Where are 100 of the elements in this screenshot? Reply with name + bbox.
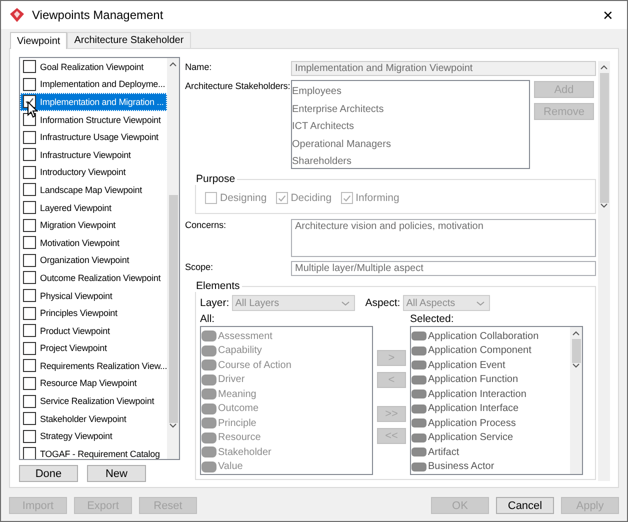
checkbox[interactable] <box>23 148 36 162</box>
viewpoint-item[interactable]: Organization Viewpoint <box>20 252 167 270</box>
viewpoint-item[interactable]: Requirements Realization View... <box>20 357 167 375</box>
list-entry[interactable]: ICT Architects <box>292 118 529 136</box>
mouse-cursor-icon <box>27 101 38 118</box>
viewpoint-item[interactable]: Strategy Viewpoint <box>20 427 167 446</box>
caret-icon <box>341 300 350 306</box>
field-label: Name: <box>185 61 213 74</box>
list-entry[interactable]: Enterprise Architects <box>292 100 529 118</box>
group-title: Purpose <box>194 173 238 185</box>
scope-field[interactable]: Multiple layer/Multiple aspect <box>291 261 596 276</box>
caret-icon <box>476 300 486 306</box>
field-label: Layer: <box>200 297 230 309</box>
element-item[interactable]: Application Collaboration <box>411 329 570 344</box>
viewpoint-item[interactable]: Infrastructure Viewpoint <box>20 146 167 164</box>
checkbox[interactable] <box>23 236 36 250</box>
checkbox[interactable] <box>23 430 36 443</box>
field-label: Architecture Stakeholders: <box>185 80 291 93</box>
scroll-thumb[interactable] <box>600 73 608 203</box>
checkbox[interactable] <box>23 130 36 144</box>
viewpoint-item[interactable]: Migration Viewpoint <box>20 216 167 234</box>
viewpoint-item[interactable]: Principles Viewpoint <box>20 304 167 322</box>
scroll-thumb[interactable] <box>168 195 178 423</box>
element-icon <box>201 417 217 430</box>
element-item[interactable]: Application Function <box>411 372 570 387</box>
tab[interactable]: Architecture Stakeholder <box>67 32 191 48</box>
check-icon <box>342 193 352 204</box>
checkbox[interactable] <box>23 394 36 408</box>
scrollbar[interactable] <box>598 61 610 481</box>
app-logo-icon <box>9 7 25 23</box>
viewpoint-item[interactable]: Layered Viewpoint <box>20 198 167 216</box>
scrollbar[interactable] <box>167 58 179 459</box>
checkbox[interactable] <box>23 218 36 232</box>
viewpoint-item[interactable]: Landscape Map Viewpoint <box>20 181 167 199</box>
element-icon <box>201 344 217 357</box>
list-button[interactable]: New <box>87 465 146 482</box>
viewpoint-item[interactable]: Project Viewpoint <box>20 340 167 358</box>
checkbox[interactable] <box>23 412 36 426</box>
viewpoint-item[interactable]: Infrastructure Usage Viewpoint <box>20 128 167 146</box>
element-item[interactable]: Application Interaction <box>411 387 570 402</box>
viewpoint-item[interactable]: Goal Realization Viewpoint <box>20 58 167 76</box>
concerns-field[interactable]: Architecture vision and policies, motivation <box>291 219 596 257</box>
element-item[interactable]: Business Actor <box>411 460 570 474</box>
checkbox[interactable] <box>23 201 36 214</box>
checkbox[interactable] <box>23 324 36 338</box>
field-label: Aspect: <box>365 297 400 309</box>
checkbox[interactable] <box>23 166 36 179</box>
element-icon <box>201 388 217 400</box>
group-title: Elements <box>194 280 242 292</box>
checkbox[interactable] <box>23 254 36 267</box>
checkbox[interactable] <box>23 376 36 390</box>
element-item[interactable]: Application Service <box>411 430 570 445</box>
checkbox[interactable] <box>23 78 36 91</box>
scroll-thumb[interactable] <box>572 339 580 363</box>
list-entry[interactable]: Operational Managers <box>292 136 529 153</box>
checkbox[interactable] <box>23 342 36 355</box>
checkbox[interactable] <box>23 183 36 196</box>
tab[interactable]: Viewpoint <box>10 32 68 49</box>
element-icon <box>201 460 217 473</box>
viewpoint-item[interactable]: Implementation and Migration ... <box>20 93 167 111</box>
element-item[interactable]: Artifact <box>411 445 570 460</box>
list-button[interactable]: Done <box>19 465 78 482</box>
viewpoint-item[interactable]: Outcome Realization Viewpoint <box>20 269 167 287</box>
element-item[interactable]: Application Interface <box>411 402 570 416</box>
scroll-down-icon[interactable] <box>572 363 580 368</box>
checkbox[interactable] <box>23 60 36 74</box>
viewpoint-item[interactable]: Implementation and Deployme... <box>20 76 167 94</box>
checkbox[interactable] <box>23 306 36 320</box>
scrollbar[interactable] <box>570 327 582 474</box>
scroll-down-icon[interactable] <box>169 423 177 428</box>
viewpoint-item[interactable]: Resource Map Viewpoint <box>20 374 167 392</box>
footer-button[interactable]: Cancel <box>496 497 554 514</box>
viewpoint-item[interactable]: Introductory Viewpoint <box>20 164 167 182</box>
element-item[interactable]: Application Component <box>411 344 570 358</box>
scroll-up-icon[interactable] <box>572 331 580 336</box>
element-item[interactable]: Application Process <box>411 416 570 430</box>
element-item[interactable]: Application Event <box>411 358 570 372</box>
checkbox[interactable] <box>23 447 36 459</box>
close-button[interactable]: ✕ <box>593 8 623 22</box>
checkbox[interactable] <box>23 359 36 372</box>
element-icon <box>201 446 217 458</box>
viewpoint-item[interactable]: Product Viewpoint <box>20 322 167 340</box>
element-icon <box>201 359 217 372</box>
checkbox[interactable] <box>23 271 36 284</box>
window-title: Viewpoints Management <box>32 8 164 22</box>
viewpoint-item[interactable]: TOGAF - Requirement Catalog <box>20 445 167 459</box>
list-entry[interactable]: Shareholders <box>292 153 529 170</box>
element-icon <box>201 374 217 386</box>
viewpoint-item[interactable]: Motivation Viewpoint <box>20 234 167 252</box>
scroll-down-icon[interactable] <box>600 203 608 208</box>
element-icon <box>201 330 217 342</box>
viewpoint-item[interactable]: Stakeholder Viewpoint <box>20 410 167 428</box>
checkbox[interactable] <box>23 289 36 302</box>
element-icon <box>201 402 217 415</box>
list-entry[interactable]: Employees <box>292 83 529 100</box>
scroll-up-icon[interactable] <box>169 62 177 67</box>
scroll-up-icon[interactable] <box>600 65 608 70</box>
viewpoint-item[interactable]: Physical Viewpoint <box>20 286 167 304</box>
viewpoint-item[interactable]: Service Realization Viewpoint <box>20 392 167 410</box>
element-icon <box>201 432 217 444</box>
